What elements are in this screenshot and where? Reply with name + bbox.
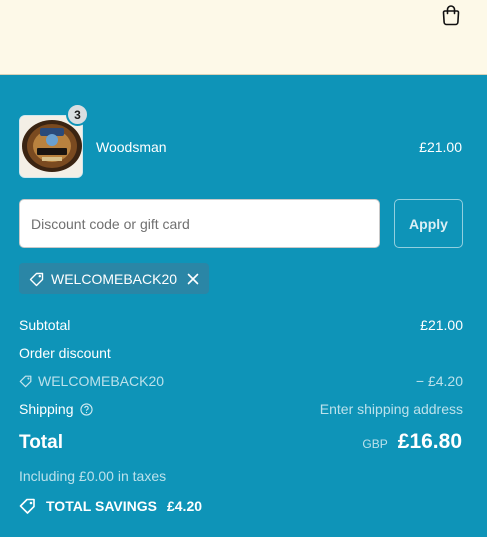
shipping-label: Shipping bbox=[19, 401, 74, 417]
applied-code-label: WELCOMEBACK20 bbox=[51, 270, 178, 287]
header-bar bbox=[0, 0, 487, 75]
close-icon[interactable] bbox=[187, 273, 199, 285]
order-discount-row: Order discount bbox=[19, 345, 463, 361]
total-label: Total bbox=[19, 432, 63, 453]
savings-tag-icon bbox=[19, 498, 35, 514]
tag-icon bbox=[19, 375, 32, 388]
shipping-row: Shipping Enter shipping address bbox=[19, 401, 463, 417]
total-amount-group: GBP £16.80 bbox=[362, 430, 462, 454]
apply-button[interactable]: Apply bbox=[394, 199, 463, 248]
product-price: £21.00 bbox=[419, 139, 462, 155]
shipping-value: Enter shipping address bbox=[319, 401, 463, 417]
currency-code: GBP bbox=[362, 437, 388, 451]
total-savings: TOTAL SAVINGS £4.20 bbox=[19, 497, 202, 515]
shopping-bag-icon[interactable] bbox=[441, 4, 461, 26]
discount-code-row: WELCOMEBACK20 − £4.20 bbox=[19, 373, 463, 389]
applied-discount-chip: WELCOMEBACK20 bbox=[19, 263, 209, 294]
subtotal-value: £21.00 bbox=[420, 317, 463, 333]
tag-icon bbox=[29, 272, 44, 286]
total-amount: £16.80 bbox=[397, 430, 462, 453]
help-icon[interactable] bbox=[79, 402, 93, 416]
order-discount-label: Order discount bbox=[19, 345, 111, 361]
savings-label: TOTAL SAVINGS bbox=[46, 498, 157, 514]
discount-value: − £4.20 bbox=[415, 373, 463, 389]
quantity-badge: 3 bbox=[66, 103, 89, 126]
subtotal-row: Subtotal £21.00 bbox=[19, 317, 463, 333]
subtotal-label: Subtotal bbox=[19, 317, 71, 333]
taxes-note: Including £0.00 in taxes bbox=[19, 468, 167, 484]
discount-code-label: WELCOMEBACK20 bbox=[38, 373, 165, 389]
discount-code-input[interactable] bbox=[19, 199, 380, 248]
savings-value: £4.20 bbox=[166, 498, 203, 514]
product-name: Woodsman bbox=[96, 139, 167, 155]
